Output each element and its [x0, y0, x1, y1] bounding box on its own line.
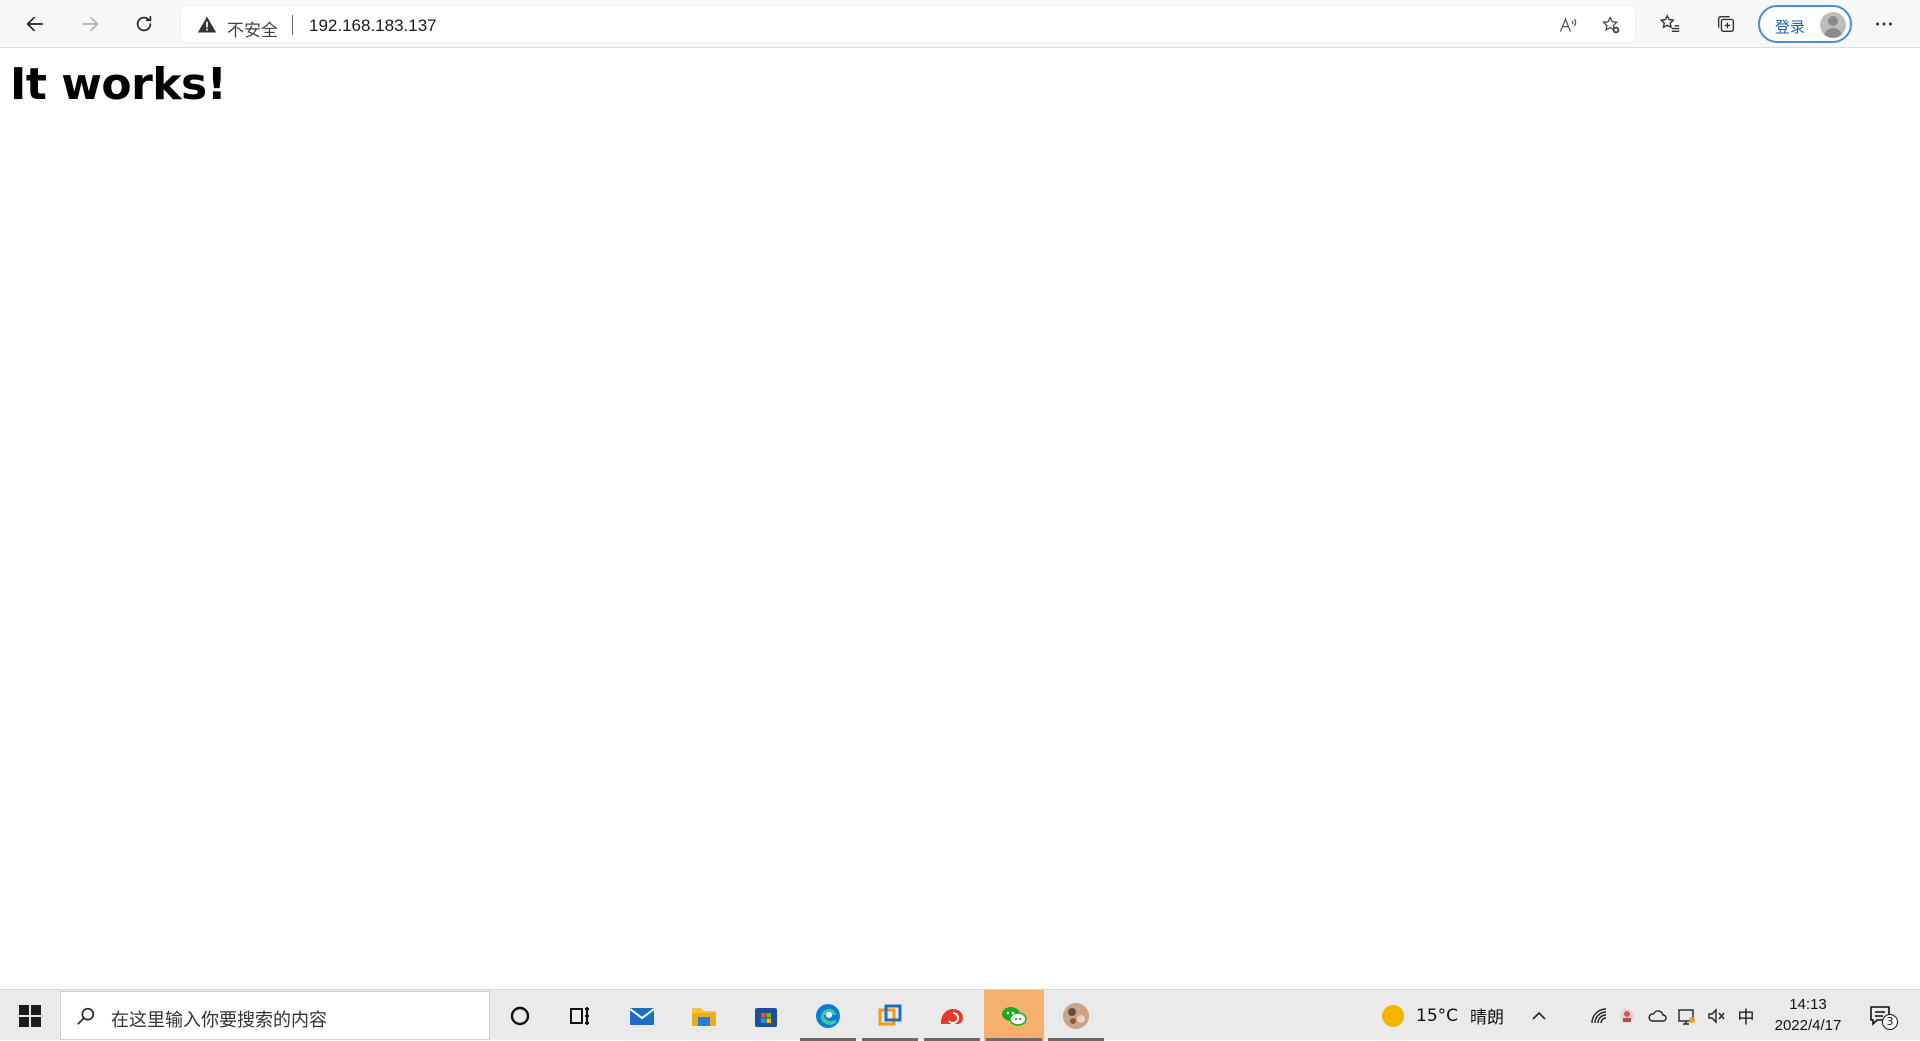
sun-icon [1382, 1004, 1404, 1027]
more-button[interactable] [1866, 6, 1902, 42]
more-icon [1876, 22, 1892, 26]
windows-icon [19, 1004, 41, 1027]
page-heading: It works! [10, 59, 227, 110]
taskbar: 在这里输入你要搜索的内容 15°C 晴朗 中 14:13 2022/4/17 3 [0, 989, 1920, 1041]
taskbar-snail-app[interactable] [922, 990, 982, 1041]
browser-toolbar: 不安全 192.168.183.137 登录 [0, 0, 1920, 48]
wechat-icon [1002, 1006, 1027, 1026]
weather-temp: 15°C [1416, 1005, 1459, 1026]
taskbar-mail[interactable] [612, 990, 672, 1041]
refresh-icon [136, 15, 152, 32]
task-view-icon [570, 1006, 589, 1025]
address-bar[interactable]: 不安全 192.168.183.137 [180, 5, 1636, 43]
taskbar-vmware[interactable] [860, 990, 920, 1041]
taskbar-edge[interactable] [798, 990, 858, 1041]
taskbar-wechat[interactable] [984, 990, 1044, 1041]
start-button[interactable] [0, 990, 60, 1041]
clock[interactable]: 14:13 2022/4/17 [1760, 994, 1856, 1036]
add-favorite-button[interactable] [1596, 10, 1626, 40]
mail-icon [629, 1007, 655, 1025]
store-icon [755, 1007, 777, 1027]
page-content: It works! [0, 49, 1920, 989]
tray-onedrive[interactable] [1643, 990, 1671, 1041]
weather-desc: 晴朗 [1470, 1008, 1505, 1028]
avatar [1820, 12, 1846, 38]
task-view-button[interactable] [550, 990, 610, 1041]
url-text[interactable]: 192.168.183.137 [309, 16, 437, 36]
login-label: 登录 [1775, 18, 1806, 36]
forward-button[interactable] [72, 6, 108, 42]
back-button[interactable] [17, 6, 53, 42]
input-method[interactable]: 中 [1733, 990, 1759, 1041]
chevron-up-icon [1532, 1011, 1546, 1020]
clock-time: 14:13 [1789, 996, 1827, 1013]
vmware-icon [878, 1004, 902, 1025]
cloud-icon [1648, 1009, 1667, 1022]
cortana-button[interactable] [490, 990, 550, 1041]
tray-volume[interactable] [1703, 990, 1731, 1041]
taskbar-app-avatar[interactable] [1046, 990, 1106, 1041]
forward-arrow-icon [81, 16, 99, 32]
tray-app-icon [1620, 1008, 1634, 1023]
add-favorite-icon [1602, 16, 1620, 34]
edge-icon [816, 1003, 840, 1028]
tray-wifi[interactable] [1586, 990, 1612, 1041]
security-label[interactable]: 不安全 [227, 16, 278, 41]
folder-icon [692, 1007, 716, 1026]
search-placeholder: 在这里输入你要搜索的内容 [111, 1010, 327, 1031]
clock-date: 2022/4/17 [1774, 1017, 1842, 1034]
favorites-button[interactable] [1652, 6, 1688, 42]
address-divider [292, 15, 293, 35]
login-button[interactable]: 登录 [1758, 5, 1852, 43]
notification-center-button[interactable]: 3 [1862, 990, 1900, 1041]
notification-count: 3 [1882, 1014, 1898, 1030]
tray-app[interactable] [1614, 990, 1640, 1041]
wifi-icon [1591, 1007, 1607, 1023]
read-aloud-icon [1559, 17, 1577, 32]
volume-muted-icon [1708, 1007, 1725, 1024]
app-avatar-icon [1063, 1002, 1089, 1029]
collections-icon [1717, 15, 1735, 33]
favorites-icon [1659, 14, 1680, 33]
refresh-button[interactable] [126, 6, 162, 42]
read-aloud-button[interactable] [1553, 10, 1583, 40]
taskbar-store[interactable] [736, 990, 796, 1041]
network-icon [1678, 1008, 1695, 1025]
search-icon [77, 1007, 95, 1025]
back-arrow-icon [26, 16, 44, 32]
warning-icon[interactable] [197, 15, 217, 35]
collections-button[interactable] [1708, 6, 1744, 42]
show-hidden-icons-button[interactable] [1524, 990, 1554, 1041]
taskbar-search[interactable]: 在这里输入你要搜索的内容 [60, 991, 490, 1040]
snail-icon [941, 1008, 963, 1024]
taskbar-file-explorer[interactable] [674, 990, 734, 1041]
tray-network[interactable] [1673, 990, 1701, 1041]
cortana-icon [510, 1006, 530, 1025]
weather-widget[interactable]: 15°C 晴朗 [1380, 990, 1520, 1041]
